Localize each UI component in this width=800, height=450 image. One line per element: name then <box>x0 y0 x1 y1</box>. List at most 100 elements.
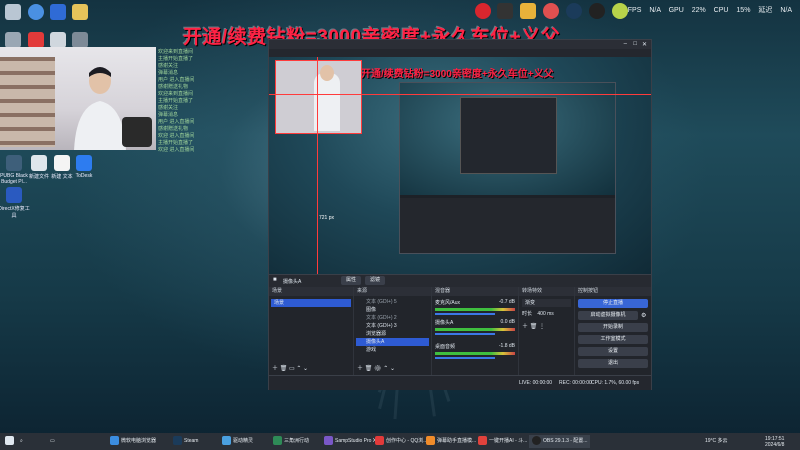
remove-scene-icon[interactable]: 🗑 <box>280 366 288 372</box>
app-icon-3[interactable] <box>50 32 66 48</box>
stop-stream-button[interactable]: 停止直播 <box>578 299 648 308</box>
volume-slider[interactable] <box>435 333 495 335</box>
start-button[interactable] <box>5 435 16 448</box>
source-settings-icon[interactable]: ⚙ <box>374 366 382 372</box>
source-down-icon[interactable]: ⌄ <box>390 366 395 372</box>
move-down-icon[interactable]: ⌄ <box>303 366 308 372</box>
app-icon[interactable] <box>28 4 44 20</box>
chat-line: 感谢赠送礼物 <box>158 84 189 90</box>
weather[interactable]: 19°C 多云 <box>705 435 728 448</box>
source-item-selected[interactable]: 摄像头A <box>356 338 429 346</box>
gpu-value: 22% <box>691 7 706 14</box>
transitions-dock: 转场特效 渐变 时长 400 ms ＋ 🗑 ⋮ <box>519 287 575 375</box>
chat-line: 用户 进入直播间 <box>158 77 195 83</box>
start-virtual-camera-button[interactable]: 启动虚拟摄像机 <box>578 311 638 320</box>
app-icon-6[interactable] <box>543 3 559 19</box>
remove-transition-icon[interactable]: 🗑 <box>530 324 538 330</box>
source-item[interactable]: 游戏 <box>356 346 429 354</box>
properties-button[interactable]: 属性 <box>341 276 361 285</box>
obs-statusbar: LIVE: 00:00:00 REC: 00:00:00 CPU: 1.7%, … <box>269 375 651 390</box>
add-source-icon[interactable]: ＋ <box>357 366 363 372</box>
folder-icon[interactable] <box>72 4 88 20</box>
scene-config-icon[interactable]: ▭ <box>289 366 295 372</box>
settings-icon[interactable] <box>50 4 66 20</box>
cpu-label: CPU <box>713 7 729 14</box>
task-view-icon[interactable]: ▭ <box>50 435 55 448</box>
taskbar-item-label: SampStudio Pro X... <box>335 438 381 444</box>
app-icon-7[interactable] <box>589 3 605 19</box>
text-file-icon[interactable] <box>54 155 70 171</box>
latency-label: 延迟 <box>758 7 773 14</box>
volume-slider[interactable] <box>435 313 495 315</box>
taskbar-item[interactable]: 一键开播AI - 斗... <box>478 435 527 448</box>
app-icon-2[interactable] <box>5 32 21 48</box>
settings-button[interactable]: 设置 <box>578 347 648 356</box>
source-item[interactable]: 文本 (GDI+) 2 <box>356 314 429 322</box>
taskbar-item[interactable]: 驱动精灵 <box>222 435 253 448</box>
obs-preview[interactable]: 开通/续费钻粉=3000亲密度+永久车位+义父 721 px <box>269 57 651 274</box>
close-icon[interactable]: ✕ <box>642 41 647 48</box>
sources-dock: 来源 文本 (GDI+) 5 图像 文本 (GDI+) 2 文本 (GDI+) … <box>354 287 432 375</box>
track-db: -1.8 dB <box>498 343 515 349</box>
taskbar-item[interactable]: 创作中心 - QQ浏... <box>375 435 427 448</box>
live-status: LIVE: 00:00:00 <box>519 380 553 386</box>
app-icon-5[interactable] <box>497 3 513 19</box>
nested-obs-window <box>399 82 616 254</box>
add-scene-icon[interactable]: ＋ <box>272 366 278 372</box>
remove-source-icon[interactable]: 🗑 <box>365 366 373 372</box>
transition-duration[interactable]: 时长 400 ms <box>522 310 571 318</box>
source-item[interactable]: 文本 (GDI+) 5 <box>356 298 429 306</box>
pubg-icon[interactable] <box>6 155 22 171</box>
scene-item[interactable]: 场景 <box>271 299 351 307</box>
clock-date: 2024/6/8 <box>765 442 785 448</box>
transition-menu-icon[interactable]: ⋮ <box>539 324 545 330</box>
taskbar-item[interactable]: 微软电脑浏览器 <box>110 435 156 448</box>
taskbar-item-obs[interactable]: OBS 29.1.3 - 配置... <box>529 435 591 448</box>
minimize-icon[interactable]: – <box>624 41 627 47</box>
track-db: 0.0 dB <box>500 319 515 325</box>
chat-line: 弹幕消息 <box>158 112 179 118</box>
source-item[interactable]: 文本 (GDI+) 3 <box>356 322 429 330</box>
virtual-camera-settings-icon[interactable]: ⚙ <box>641 312 646 319</box>
source-item[interactable]: 浏览器源 <box>356 330 429 338</box>
studio-mode-button[interactable]: 工作室模式 <box>578 335 648 344</box>
performance-overlay: FPS N/A GPU 22% CPU 15% 延迟 N/A <box>622 5 792 15</box>
netease-icon[interactable] <box>475 3 491 19</box>
chat-line: 欢迎 进入直播间 <box>158 133 195 139</box>
source-list: 文本 (GDI+) 5 图像 文本 (GDI+) 2 文本 (GDI+) 3 浏… <box>354 296 431 356</box>
filters-label: 滤镜 <box>369 277 380 283</box>
properties-label: 属性 <box>345 277 356 283</box>
taskbar-item-label: OBS 29.1.3 - 配置... <box>543 438 588 444</box>
search-icon[interactable]: ⌕ <box>20 435 23 448</box>
add-transition-icon[interactable]: ＋ <box>522 324 528 330</box>
taskbar-item[interactable]: 弹幕助手直播模... <box>426 435 476 448</box>
maximize-icon[interactable]: □ <box>633 41 637 47</box>
chat-line: 弹幕消息 <box>158 70 179 76</box>
volume-slider[interactable] <box>435 357 495 359</box>
taskbar-item[interactable]: 三角洲行动 <box>273 435 309 448</box>
obs-titlebar: – □ ✕ <box>269 40 651 49</box>
move-up-icon[interactable]: ⌃ <box>296 366 301 372</box>
source-item[interactable]: 图像 <box>356 306 429 314</box>
transition-select[interactable]: 渐变 <box>522 299 571 307</box>
directx-icon[interactable] <box>6 187 22 203</box>
game-icon[interactable] <box>520 3 536 19</box>
duration-value: 400 ms <box>537 311 554 317</box>
recycle-bin-icon[interactable] <box>5 4 21 20</box>
clock[interactable]: 19:17:51 2024/6/8 <box>765 436 784 449</box>
camera-icon: ■ <box>273 277 277 283</box>
todesk-icon[interactable] <box>76 155 92 171</box>
track-name: 摄像头A <box>435 320 454 326</box>
taskbar-item[interactable]: SampStudio Pro X... <box>324 435 380 448</box>
app-icon-4[interactable] <box>72 32 88 48</box>
exit-button[interactable]: 退出 <box>578 359 648 368</box>
mixer-dock: 混音器 麦克风/Aux -0.7 dB 摄像头A 0.0 dB 桌面音频 -1.… <box>432 287 519 375</box>
taskbar-item[interactable]: Steam <box>173 435 198 448</box>
file-icon[interactable] <box>31 155 47 171</box>
filters-button[interactable]: 滤镜 <box>365 276 385 285</box>
sources-footer: ＋ 🗑 ⚙ ⌃ ⌄ <box>357 363 395 372</box>
start-recording-button[interactable]: 开始录制 <box>578 323 648 332</box>
steam-icon[interactable] <box>566 3 582 19</box>
youdao-icon[interactable] <box>28 32 44 48</box>
source-up-icon[interactable]: ⌃ <box>383 366 388 372</box>
